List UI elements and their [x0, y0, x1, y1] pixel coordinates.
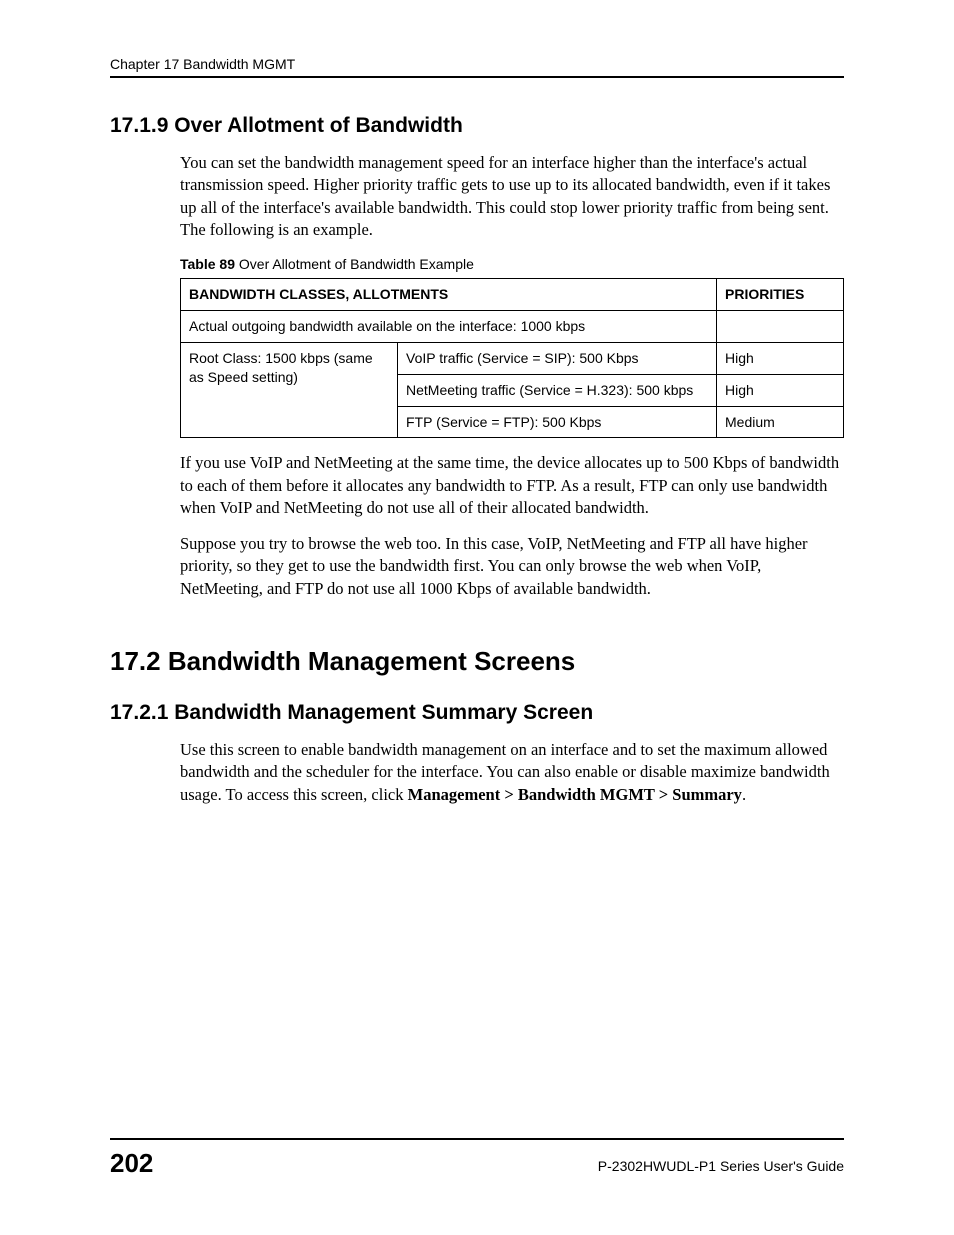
paragraph: Use this screen to enable bandwidth mana… [180, 739, 844, 806]
page-number: 202 [110, 1148, 153, 1179]
heading-17-2-1: 17.2.1 Bandwidth Management Summary Scre… [110, 701, 844, 725]
cell-ftp-priority: Medium [717, 406, 844, 438]
table-label: Table 89 [180, 256, 235, 272]
cell-root-class: Root Class: 1500 kbps (same as Speed set… [181, 342, 398, 438]
col-header-priorities: PRIORITIES [717, 278, 844, 310]
nav-path: Management > Bandwidth MGMT > Summary [408, 785, 742, 804]
table-header-row: BANDWIDTH CLASSES, ALLOTMENTS PRIORITIES [181, 278, 844, 310]
paragraph: If you use VoIP and NetMeeting at the sa… [180, 452, 844, 519]
page-footer: 202 P-2302HWUDL-P1 Series User's Guide [110, 1138, 844, 1179]
body-17-1-9: You can set the bandwidth management spe… [180, 152, 844, 600]
cell-netmeeting: NetMeeting traffic (Service = H.323): 50… [398, 374, 717, 406]
cell-empty [717, 310, 844, 342]
body-17-2-1: Use this screen to enable bandwidth mana… [180, 739, 844, 806]
paragraph: Suppose you try to browse the web too. I… [180, 533, 844, 600]
table-89: BANDWIDTH CLASSES, ALLOTMENTS PRIORITIES… [180, 278, 844, 438]
heading-17-2: 17.2 Bandwidth Management Screens [110, 646, 844, 677]
table-89-caption: Table 89 Over Allotment of Bandwidth Exa… [180, 255, 844, 274]
page: Chapter 17 Bandwidth MGMT 17.1.9 Over Al… [0, 0, 954, 1235]
table-title: Over Allotment of Bandwidth Example [235, 256, 474, 272]
text-run: . [742, 785, 746, 804]
running-header: Chapter 17 Bandwidth MGMT [110, 56, 844, 78]
table-row: Root Class: 1500 kbps (same as Speed set… [181, 342, 844, 374]
cell-netmeeting-priority: High [717, 374, 844, 406]
paragraph: You can set the bandwidth management spe… [180, 152, 844, 241]
guide-title: P-2302HWUDL-P1 Series User's Guide [598, 1158, 844, 1174]
cell-actual-bandwidth: Actual outgoing bandwidth available on t… [181, 310, 717, 342]
heading-17-1-9: 17.1.9 Over Allotment of Bandwidth [110, 114, 844, 138]
table-row: Actual outgoing bandwidth available on t… [181, 310, 844, 342]
cell-voip-priority: High [717, 342, 844, 374]
cell-ftp: FTP (Service = FTP): 500 Kbps [398, 406, 717, 438]
cell-voip: VoIP traffic (Service = SIP): 500 Kbps [398, 342, 717, 374]
col-header-classes: BANDWIDTH CLASSES, ALLOTMENTS [181, 278, 717, 310]
